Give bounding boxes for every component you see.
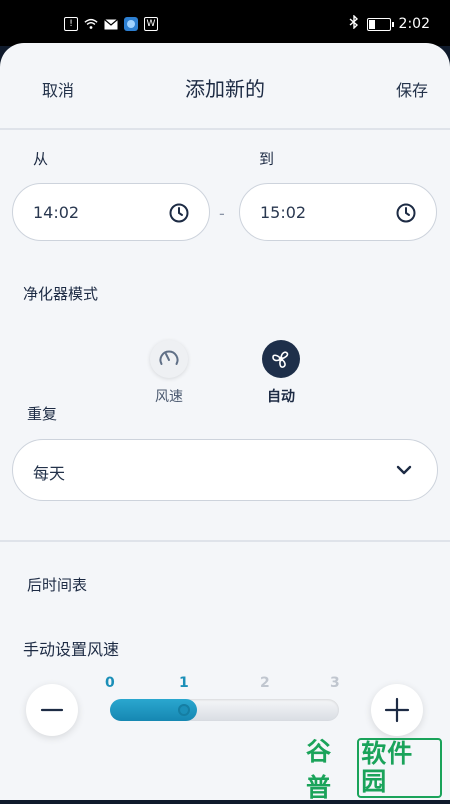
from-time-value: 14:02	[33, 203, 80, 222]
watermark-text-1: 谷普	[306, 737, 333, 802]
fan-speed-slider[interactable]	[110, 699, 339, 721]
from-time-field[interactable]: 14:02	[12, 183, 210, 241]
repeat-value: 每天	[33, 464, 66, 483]
speed-tick-1: 1	[179, 675, 189, 691]
decrease-speed-button[interactable]	[26, 684, 78, 736]
bluetooth-icon	[349, 14, 359, 33]
sim-alert-icon: !	[64, 17, 78, 31]
repeat-label: 重复	[27, 405, 58, 423]
section-divider	[0, 540, 450, 542]
mode-option-label: 自动	[267, 389, 295, 405]
page-title: 添加新的	[185, 77, 265, 101]
header: 取消 添加新的 保存	[0, 43, 450, 129]
mail-icon	[104, 17, 118, 31]
gauge-icon	[150, 340, 188, 378]
to-label: 到	[259, 150, 275, 168]
mode-option-auto[interactable]: 自动	[252, 340, 310, 406]
save-button[interactable]: 保存	[396, 77, 428, 101]
purifier-mode-label: 净化器模式	[23, 285, 99, 303]
battery-icon	[366, 17, 394, 31]
to-time-value: 15:02	[260, 203, 307, 222]
watermark-text-2: 软件园	[357, 738, 442, 798]
chevron-down-icon	[396, 465, 412, 475]
after-schedule-label: 后时间表	[27, 576, 88, 594]
app-w-icon: W	[144, 17, 158, 31]
plus-icon	[384, 697, 410, 723]
fan-speed-label: 手动设置风速	[23, 640, 120, 659]
repeat-select[interactable]: 每天	[12, 439, 438, 501]
time-range-separator: -	[219, 204, 225, 223]
header-divider	[0, 128, 450, 130]
minus-icon	[40, 708, 64, 712]
browser-icon	[124, 17, 138, 31]
status-icons-left: ! W	[64, 17, 158, 31]
speed-tick-0: 0	[105, 675, 115, 691]
add-schedule-sheet: 取消 添加新的 保存 从 到 14:02 - 15:02 净化器模式 风速 自动…	[0, 43, 450, 800]
status-time: 2:02	[398, 16, 430, 32]
speed-tick-3: 3	[330, 675, 340, 691]
slider-handle[interactable]	[178, 704, 190, 716]
from-label: 从	[33, 150, 49, 168]
status-bar: ! W 2:02	[0, 0, 450, 46]
mode-option-label: 风速	[155, 389, 183, 405]
mode-option-fan-speed[interactable]: 风速	[140, 340, 198, 406]
fan-swirl-icon	[262, 340, 300, 378]
clock-icon	[169, 203, 189, 223]
speed-tick-2: 2	[260, 675, 270, 691]
watermark-logo: 谷普 软件园	[306, 737, 442, 802]
status-icons-right: 2:02	[349, 14, 430, 33]
increase-speed-button[interactable]	[371, 684, 423, 736]
clock-icon	[396, 203, 416, 223]
to-time-field[interactable]: 15:02	[239, 183, 437, 241]
wifi-icon	[84, 17, 98, 31]
